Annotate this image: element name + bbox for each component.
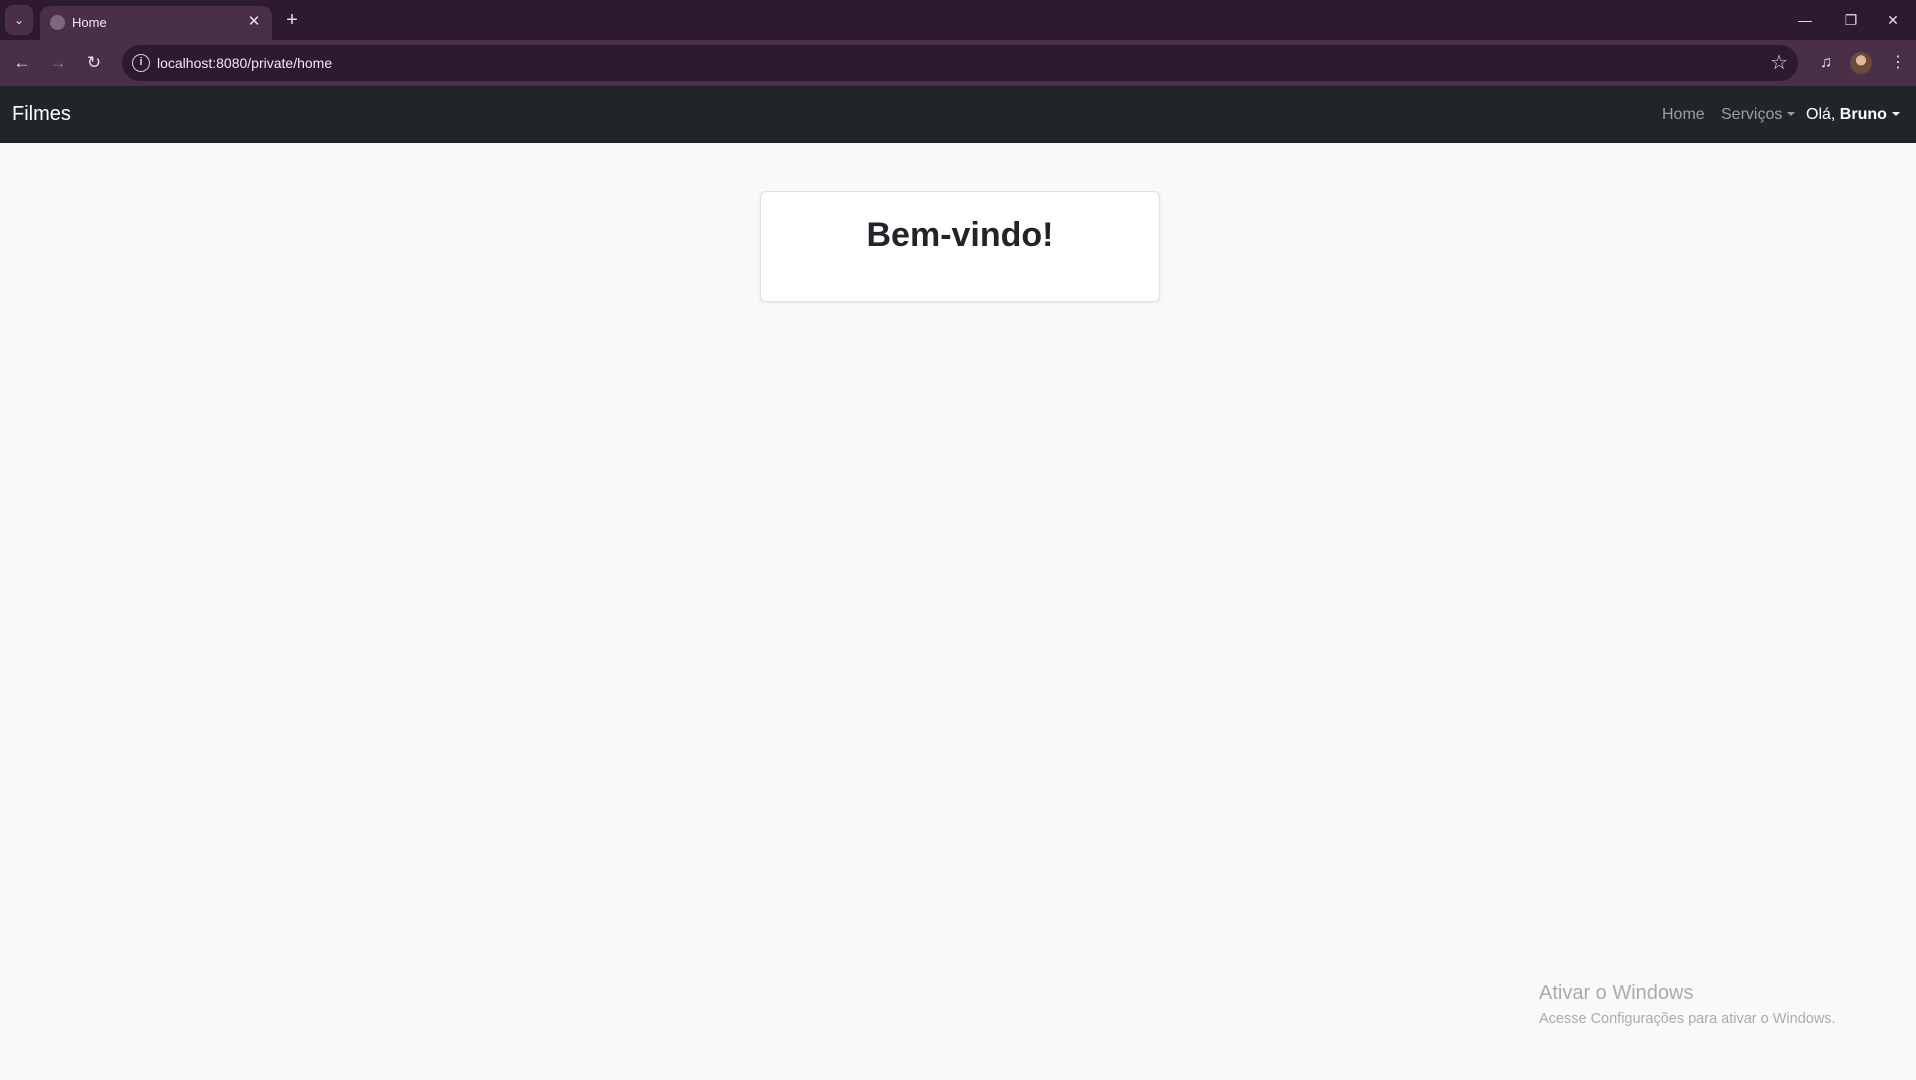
watermark-title: Ativar o Windows xyxy=(1539,982,1694,1004)
close-icon[interactable]: ✕ xyxy=(244,12,264,32)
star-icon[interactable]: ☆ xyxy=(1770,50,1788,75)
forward-button[interactable]: → xyxy=(44,49,72,77)
watermark-subtitle: Acesse Configurações para ativar o Windo… xyxy=(1539,1011,1836,1027)
nav-dropdown-servicos[interactable]: Serviços xyxy=(1721,106,1796,124)
media-control-button[interactable]: ♫ xyxy=(1813,50,1839,76)
windows-activation-watermark: Ativar o Windows Acesse Configurações pa… xyxy=(1539,982,1836,1027)
nav-link-home[interactable]: Home xyxy=(1662,106,1705,124)
caret-down-icon xyxy=(1891,112,1900,116)
caret-down-icon xyxy=(1787,112,1796,116)
kebab-menu-icon: ⋮ xyxy=(1890,54,1906,71)
tab-title: Home xyxy=(72,15,107,30)
browser-toolbar: ← → ↻ i localhost:8080/private/home ☆ ♫ … xyxy=(0,40,1916,86)
plus-icon: + xyxy=(286,9,298,31)
forward-arrow-icon: → xyxy=(49,53,67,72)
profile-avatar[interactable] xyxy=(1850,52,1872,74)
browser-tab[interactable]: Home ✕ xyxy=(40,6,272,40)
user-greeting: Olá, xyxy=(1806,106,1836,123)
window-close-button[interactable]: ✕ xyxy=(1870,0,1916,40)
back-button[interactable]: ← xyxy=(8,49,36,77)
user-menu-dropdown[interactable]: Olá, Bruno xyxy=(1806,106,1900,124)
tab-list-button[interactable]: ⌄ xyxy=(5,5,33,35)
back-arrow-icon: ← xyxy=(13,53,31,72)
site-navbar: Filmes Home Serviços Olá, Bruno xyxy=(0,86,1916,143)
chevron-down-icon: ⌄ xyxy=(13,13,25,27)
url-text[interactable]: localhost:8080/private/home xyxy=(157,55,332,71)
new-tab-button[interactable]: + xyxy=(280,8,304,32)
globe-icon xyxy=(50,15,65,30)
minimize-icon: — xyxy=(1798,12,1812,28)
window-close-icon: ✕ xyxy=(1887,12,1899,28)
media-control-icon: ♫ xyxy=(1820,54,1832,71)
address-bar[interactable]: i localhost:8080/private/home ☆ xyxy=(122,45,1798,81)
restore-icon: ❐ xyxy=(1844,12,1858,28)
browser-menu-button[interactable]: ⋮ xyxy=(1885,50,1911,76)
restore-button[interactable]: ❐ xyxy=(1828,0,1874,40)
welcome-card: Bem-vindo! xyxy=(760,191,1160,302)
welcome-heading: Bem-vindo! xyxy=(866,216,1054,254)
minimize-button[interactable]: — xyxy=(1782,0,1828,40)
browser-tab-strip: ⌄ Home ✕ + — ❐ ✕ xyxy=(0,0,1916,40)
reload-button[interactable]: ↻ xyxy=(80,49,108,77)
nav-dropdown-label: Serviços xyxy=(1721,106,1783,123)
navbar-brand[interactable]: Filmes xyxy=(12,103,71,126)
info-icon[interactable]: i xyxy=(132,54,150,72)
reload-icon: ↻ xyxy=(86,53,102,72)
user-name: Bruno xyxy=(1839,106,1887,123)
